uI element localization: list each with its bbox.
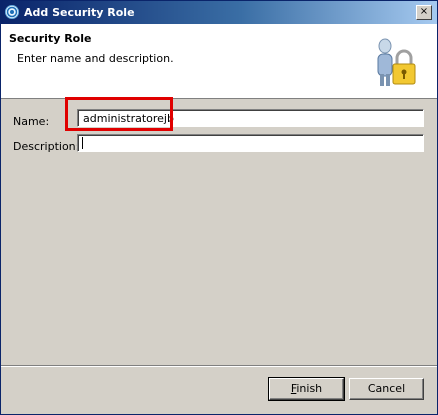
name-input[interactable] (78, 110, 423, 126)
description-field[interactable] (77, 134, 424, 152)
title-bar[interactable]: Add Security Role × (1, 1, 437, 24)
name-field[interactable] (77, 109, 424, 127)
finish-button[interactable]: Finish (268, 377, 345, 401)
name-label: Name: (13, 115, 50, 128)
description-label: Description: (13, 140, 80, 153)
text-cursor (82, 137, 83, 149)
wizard-banner: Security Role Enter name and description… (1, 24, 437, 99)
description-input[interactable] (78, 135, 423, 151)
window-title: Add Security Role (24, 6, 135, 19)
cancel-button[interactable]: Cancel (349, 378, 424, 400)
cancel-label: Cancel (367, 382, 406, 395)
dialog-window: Add Security Role × Security Role Enter … (0, 0, 438, 415)
finish-label: inish (296, 382, 323, 395)
footer-separator (1, 365, 437, 367)
user-lock-icon (377, 38, 416, 86)
banner-description: Enter name and description. (17, 52, 174, 65)
close-icon: × (419, 6, 429, 17)
app-icon (5, 5, 19, 19)
banner-title: Security Role (9, 32, 92, 45)
close-button[interactable]: × (416, 5, 432, 20)
